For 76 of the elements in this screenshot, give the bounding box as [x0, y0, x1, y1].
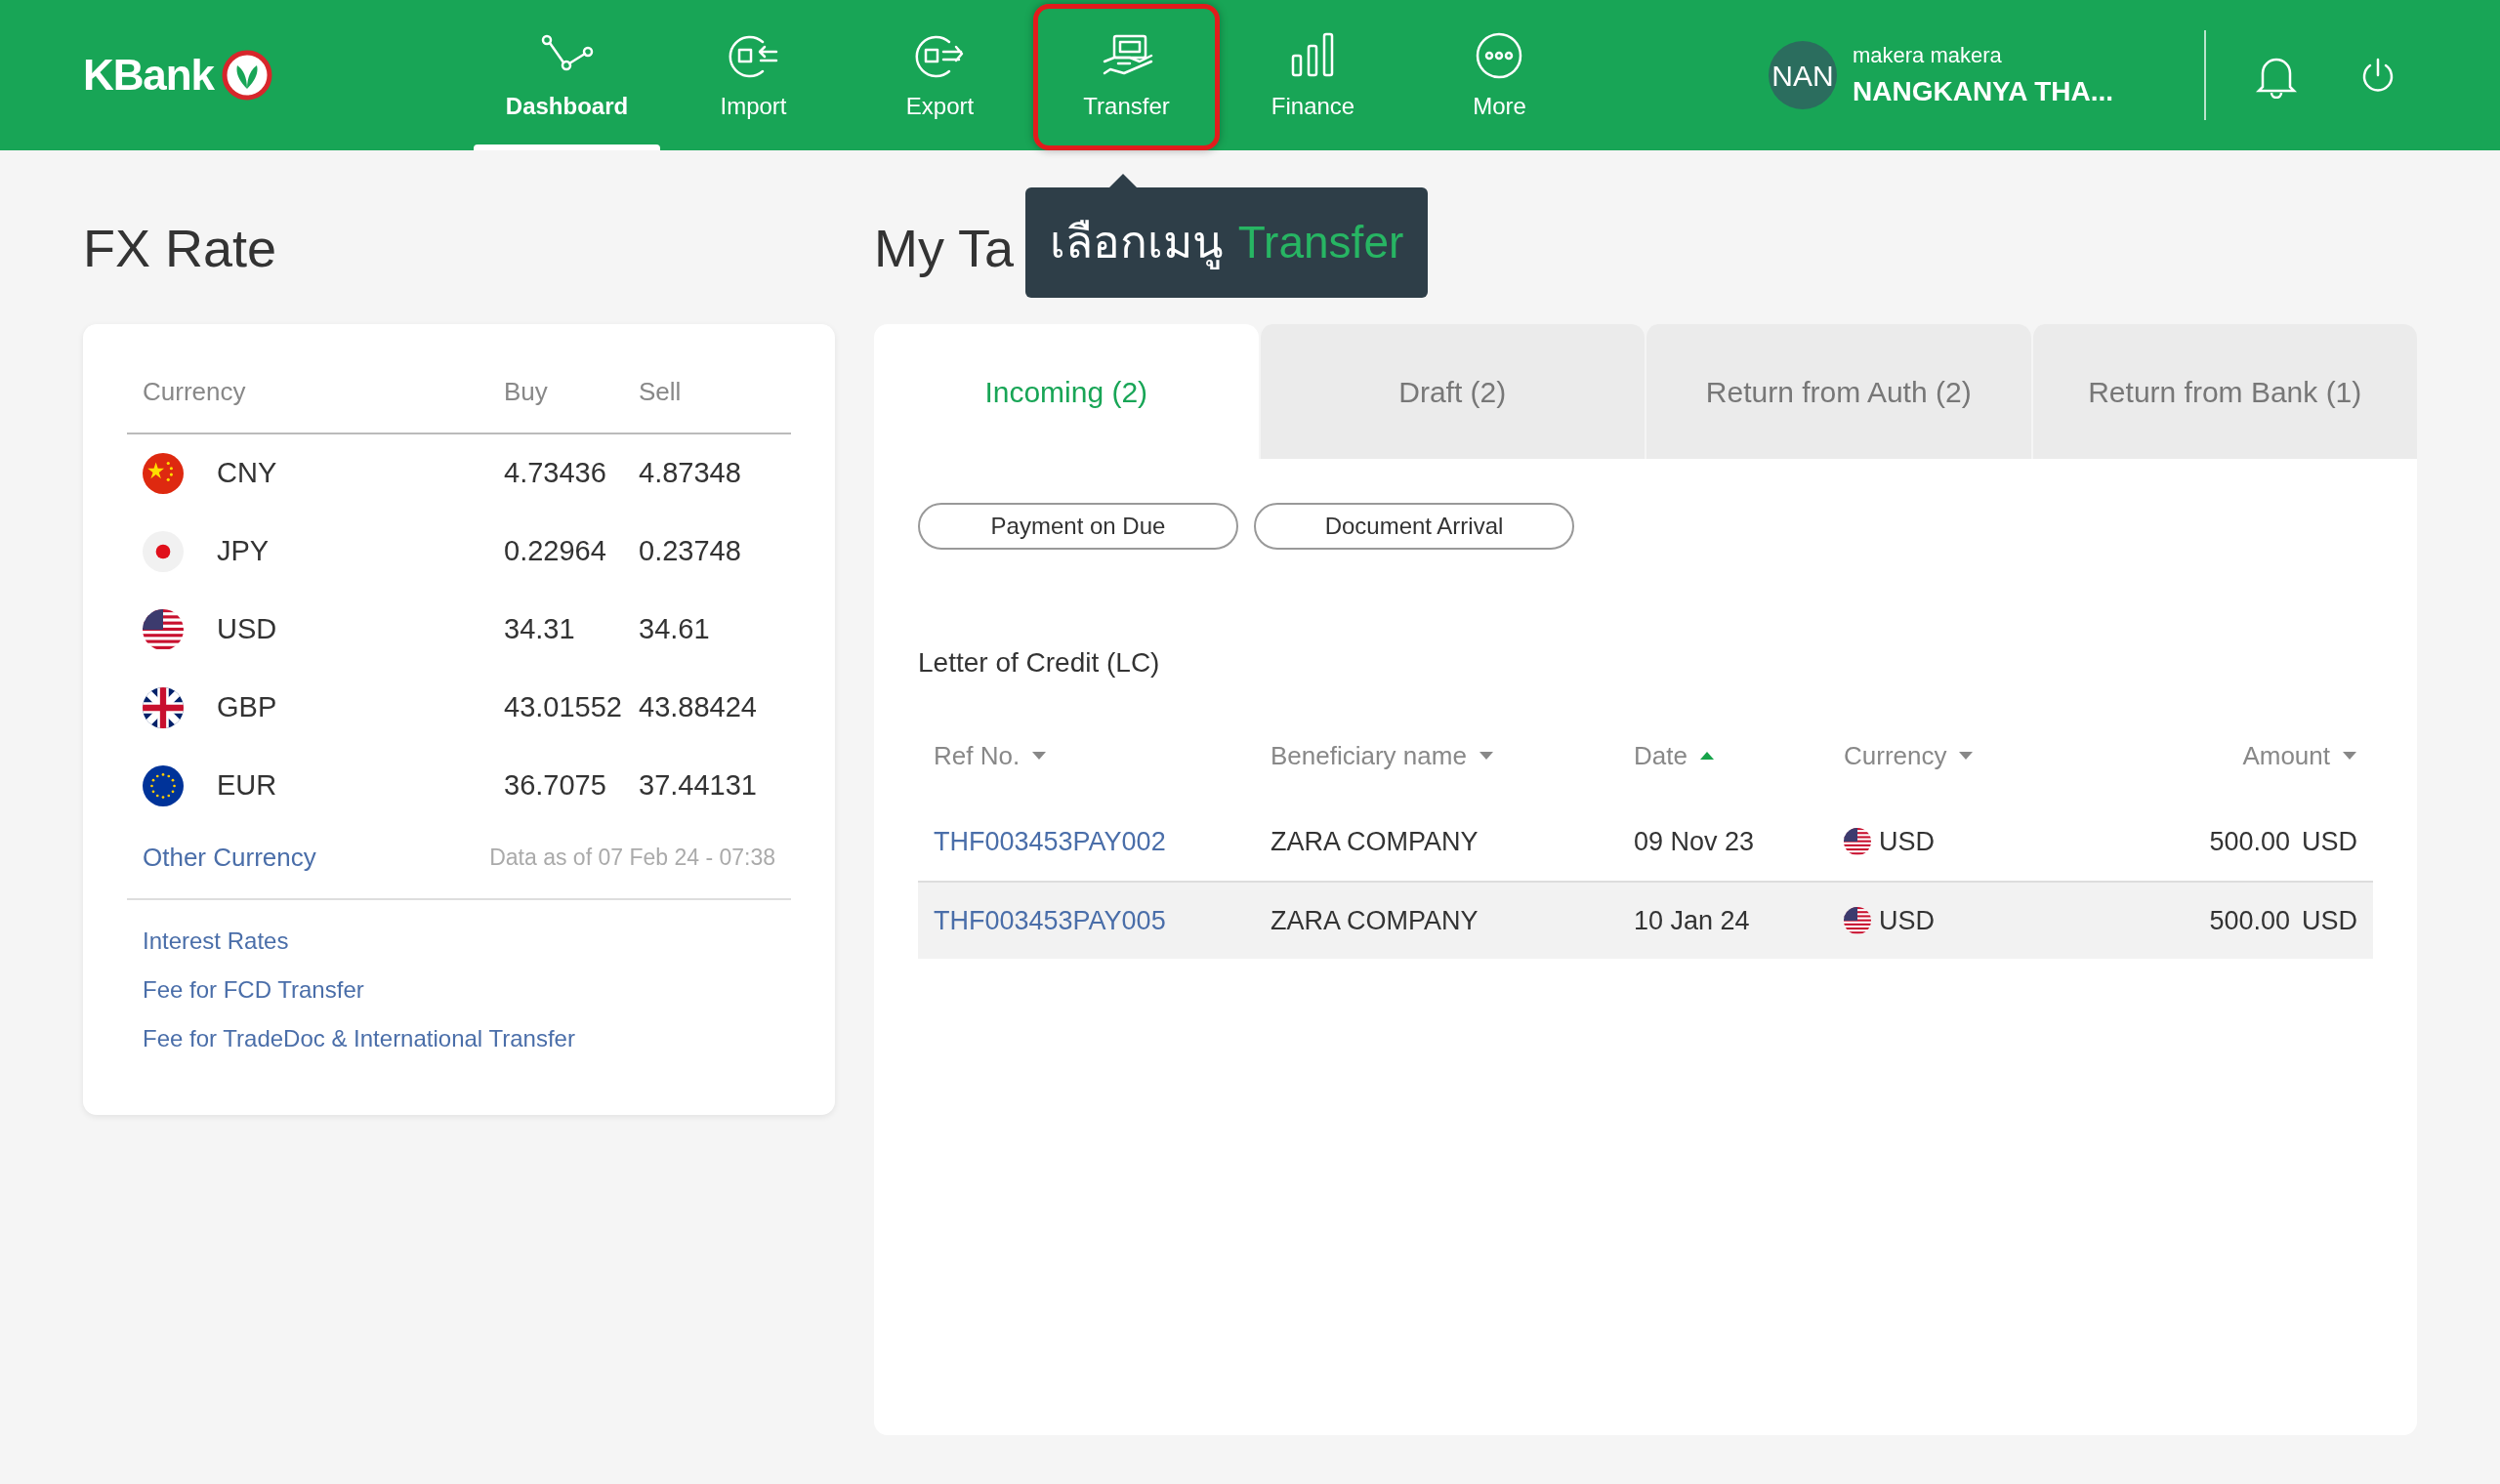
buy-rate: 0.22964	[504, 534, 607, 569]
user-name: NANGKANYA THA...	[1853, 74, 2115, 108]
page-title: FX Rate	[83, 218, 278, 279]
task-tab[interactable]: Draft (2)	[1258, 324, 1645, 459]
sell-rate: 4.87348	[639, 456, 741, 491]
data-timestamp: Data as of 07 Feb 24 - 07:38	[489, 844, 775, 873]
sort-down-icon	[1958, 751, 1975, 761]
column-header[interactable]: Currency	[1844, 736, 1947, 775]
flag-icon	[1844, 907, 1871, 934]
logo-text: KBank	[83, 50, 214, 101]
currency-code: USD	[217, 612, 278, 647]
sell-rate: 37.44131	[639, 768, 757, 804]
column-header: Buy	[504, 376, 549, 408]
sell-rate: 34.61	[639, 612, 710, 647]
sort-down-icon	[1478, 751, 1494, 761]
column-header[interactable]: Amount	[2242, 736, 2330, 775]
info-link[interactable]: Fee for FCD Transfer	[143, 972, 775, 1008]
table-cell: 10 Jan 24	[1634, 905, 1750, 935]
filter-chip[interactable]: Payment on Due	[918, 503, 1238, 550]
column-header: Currency	[143, 376, 247, 408]
currency-code: CNY	[217, 456, 278, 491]
task-tab[interactable]: Return from Auth (2)	[1645, 324, 2031, 459]
page-title: My Ta	[874, 218, 1015, 279]
table-row[interactable]: THF003453PAY002 ZARA COMPANY 09 Nov 23 USD 500.00 USD	[918, 803, 2373, 881]
table-cell: ZARA COMPANY	[1271, 826, 1479, 856]
user-role: makera makera	[1853, 41, 2003, 69]
info-link[interactable]: Interest Rates	[143, 924, 775, 959]
table-row[interactable]: THF003453PAY005 ZARA COMPANY 10 Jan 24 USD 500.00 USD	[918, 881, 2373, 959]
buy-rate: 36.7075	[504, 768, 607, 804]
flag-icon	[143, 687, 184, 728]
table-cell-text: USD	[1879, 904, 1935, 937]
flag-icon	[143, 609, 184, 650]
currency-code: EUR	[217, 768, 278, 804]
ref-link[interactable]: THF003453PAY002	[934, 826, 1166, 856]
table-cell: 09 Nov 23	[1634, 826, 1755, 856]
logo-icon	[221, 50, 272, 101]
column-header: Sell	[639, 376, 682, 408]
flag-icon	[1844, 828, 1871, 855]
currency-code: GBP	[217, 690, 278, 725]
task-tab[interactable]: Return from Bank (1)	[2030, 324, 2417, 459]
column-header[interactable]: Ref No.	[934, 736, 1021, 775]
nav-tab[interactable]: Dashboard	[474, 4, 660, 150]
info-link[interactable]: Fee for TradeDoc & International Transfer	[143, 1021, 775, 1056]
flag-icon	[143, 765, 184, 806]
nav-tab[interactable]: Finance	[1220, 4, 1406, 150]
nav-tab[interactable]: Transfer	[1033, 4, 1220, 150]
tooltip-text: เลือกเมนู	[1049, 216, 1223, 271]
buy-rate: 34.31	[504, 612, 576, 647]
filter-chip[interactable]: Document Arrival	[1254, 503, 1574, 550]
task-tab[interactable]: Incoming (2)	[874, 324, 1259, 459]
buy-rate: 4.73436	[504, 456, 607, 491]
tooltip-highlight: Transfer	[1237, 216, 1404, 269]
column-header[interactable]: Beneficiary name	[1271, 736, 1467, 775]
table-cell-text: USD	[2302, 825, 2357, 858]
sell-rate: 0.23748	[639, 534, 741, 569]
sort-up-icon	[1698, 751, 1715, 761]
user-avatar: NAN	[1769, 41, 1837, 109]
flag-icon	[143, 531, 184, 572]
nav-tab[interactable]: Export	[847, 4, 1033, 150]
sort-down-icon	[1031, 751, 1048, 761]
table-cell-text: 500.00	[2209, 825, 2290, 858]
ref-link[interactable]: THF003453PAY005	[934, 905, 1166, 935]
table-cell: ZARA COMPANY	[1271, 905, 1479, 935]
column-header[interactable]: Date	[1634, 736, 1688, 775]
table-cell-text: USD	[1879, 825, 1935, 858]
buy-rate: 43.01552	[504, 690, 623, 725]
flag-icon	[143, 453, 184, 494]
sell-rate: 43.88424	[639, 690, 757, 725]
table-cell-text: USD	[2302, 904, 2357, 937]
other-currency-link[interactable]: Other Currency	[143, 839, 316, 877]
nav-tab[interactable]: Import	[660, 4, 847, 150]
sort-down-icon	[2342, 751, 2357, 761]
currency-code: JPY	[217, 534, 271, 569]
nav-tab[interactable]: More	[1406, 4, 1593, 150]
section-title: Letter of Credit (LC)	[918, 646, 1161, 680]
table-cell-text: 500.00	[2209, 904, 2290, 937]
